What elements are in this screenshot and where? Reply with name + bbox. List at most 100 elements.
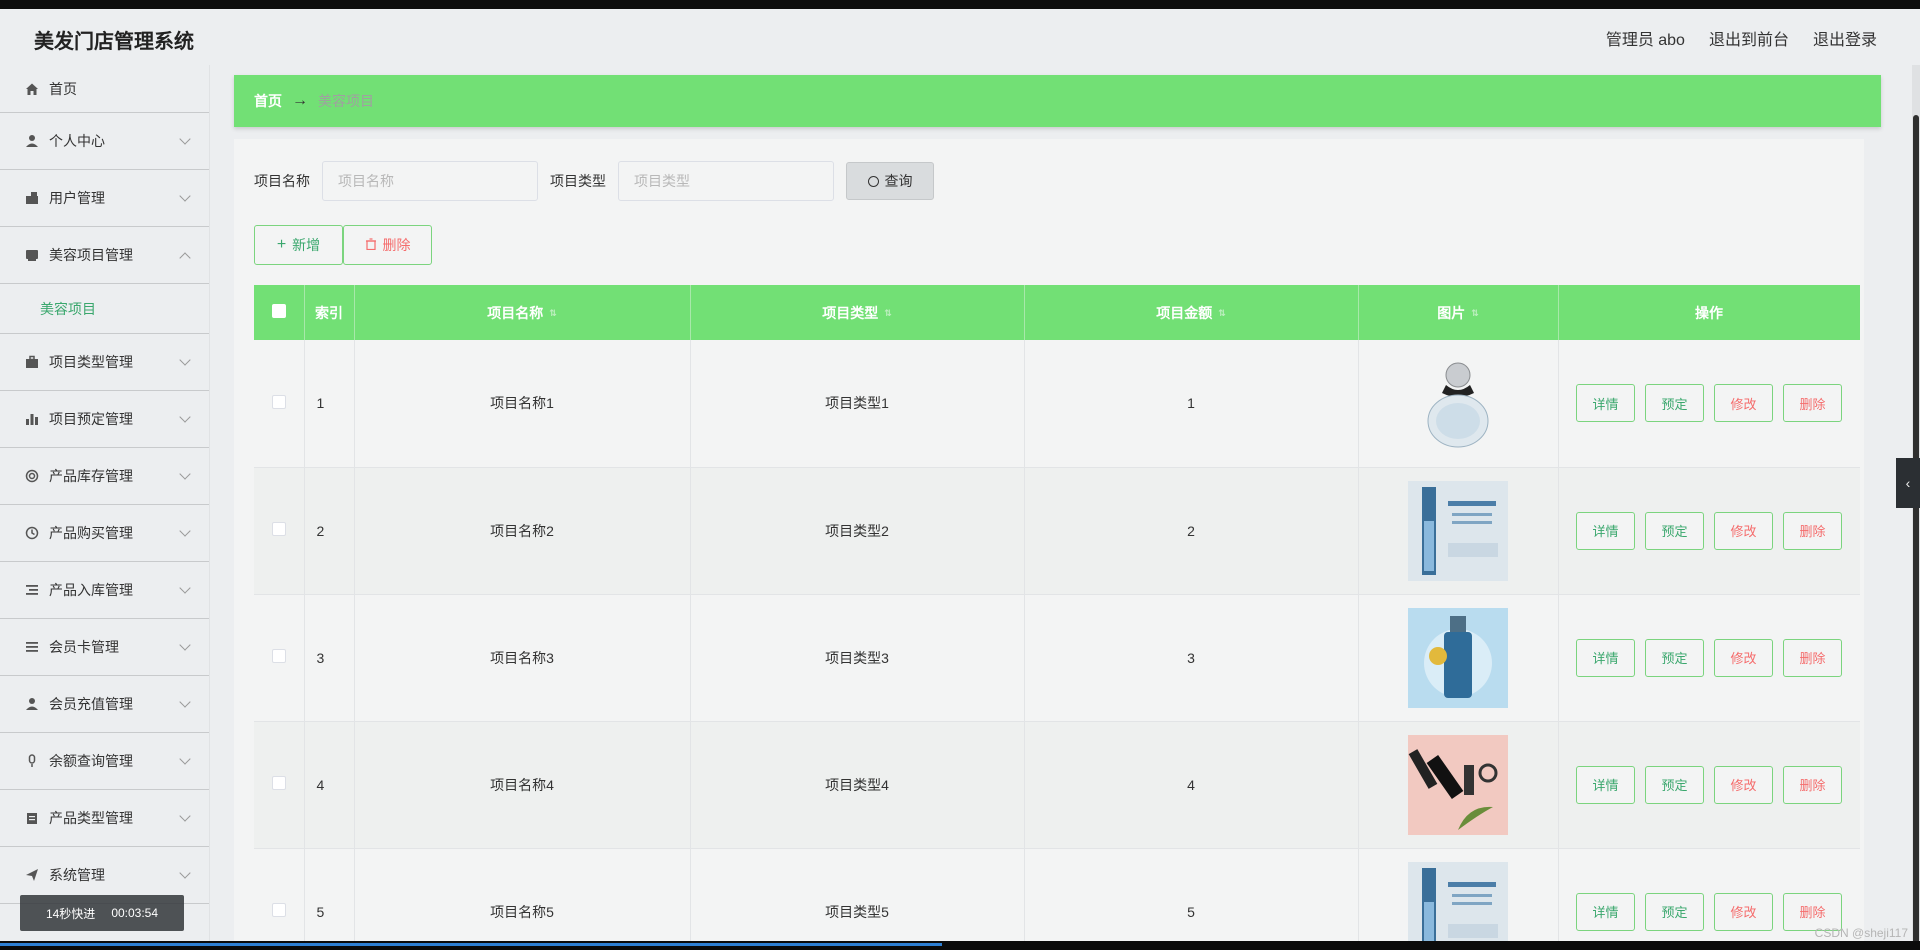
edit-button[interactable]: 修改	[1714, 384, 1773, 423]
row-type: 项目类型2	[690, 467, 1025, 595]
plus-icon: +	[276, 236, 287, 253]
row-select-cell[interactable]	[254, 721, 305, 849]
breadcrumb-arrow-icon: →	[292, 92, 308, 109]
query-button[interactable]: 查询	[846, 162, 934, 200]
sidebar-item-profile[interactable]: 个人中心	[0, 113, 209, 170]
header: 美发门店管理系统 管理员 abo 退出到前台 退出登录	[0, 9, 1920, 65]
detail-button[interactable]: 详情	[1576, 892, 1635, 931]
row-select-cell[interactable]	[254, 594, 305, 722]
row-select-cell[interactable]	[254, 848, 305, 941]
watermark: CSDN @sheji117	[1814, 926, 1908, 940]
sidebar-item-purchases[interactable]: 产品购买管理	[0, 505, 209, 562]
admin-label: 管理员 abo	[1605, 32, 1685, 49]
book-button[interactable]: 预定	[1645, 384, 1704, 423]
row-name: 项目名称1	[354, 340, 691, 468]
front-link[interactable]: 退出到前台	[1709, 26, 1789, 50]
table-row: 2 项目名称2 项目类型2 2 详情 预定 修改 删除	[254, 467, 1860, 595]
sort-icon[interactable]: ⇅	[884, 308, 892, 319]
row-checkbox[interactable]	[271, 394, 286, 409]
sort-icon[interactable]: ⇅	[1471, 308, 1479, 319]
table-row: 1 项目名称1 项目类型1 1 详情 预定 修改 删除	[254, 340, 1860, 468]
video-progress-track[interactable]	[0, 941, 1920, 950]
sidebar-item-home[interactable]: 首页	[0, 65, 209, 113]
search-icon	[867, 175, 879, 187]
edit-button[interactable]: 修改	[1714, 511, 1773, 550]
sidebar-item-beauty-projects[interactable]: 美容项目管理	[0, 227, 209, 284]
book-button[interactable]: 预定	[1645, 765, 1704, 804]
header-image[interactable]: 图片 ⇅	[1358, 285, 1559, 340]
detail-button[interactable]: 详情	[1576, 638, 1635, 677]
users-icon	[24, 190, 40, 206]
delete-button[interactable]: 删除	[1783, 384, 1842, 423]
makeup-tools-image[interactable]	[1408, 734, 1508, 835]
row-checkbox[interactable]	[271, 903, 286, 917]
sidebar-item-label: 系统管理	[49, 867, 105, 883]
header-index: 索引	[304, 285, 355, 340]
type-input[interactable]	[618, 161, 834, 201]
sidebar-item-balance[interactable]: 余额查询管理	[0, 733, 209, 790]
header-type[interactable]: 项目类型 ⇅	[690, 285, 1025, 340]
row-type: 项目类型1	[690, 340, 1025, 468]
add-button[interactable]: + 新增	[254, 225, 343, 265]
sidebar-item-label: 首页	[49, 80, 77, 97]
row-checkbox[interactable]	[271, 649, 286, 663]
sidebar-item-inventory[interactable]: 产品库存管理	[0, 448, 209, 505]
logout-link[interactable]: 退出登录	[1813, 26, 1877, 50]
edit-button[interactable]: 修改	[1714, 892, 1773, 931]
sidebar-item-users[interactable]: 用户管理	[0, 170, 209, 227]
row-ops: 详情 预定 修改 删除	[1558, 721, 1860, 849]
sort-icon[interactable]: ⇅	[1218, 308, 1226, 319]
sidebar-subitem-beauty-project[interactable]: 美容项目	[0, 284, 209, 334]
send-icon	[24, 867, 40, 883]
delete-button[interactable]: 删除	[1783, 638, 1842, 677]
edit-button[interactable]: 修改	[1714, 638, 1773, 677]
sidebar-item-project-types[interactable]: 项目类型管理	[0, 334, 209, 391]
sidebar-item-recharge[interactable]: 会员充值管理	[0, 676, 209, 733]
row-type: 项目类型3	[690, 594, 1025, 722]
detail-button[interactable]: 详情	[1576, 765, 1635, 804]
row-checkbox[interactable]	[271, 776, 286, 790]
sidebar-item-product-types[interactable]: 产品类型管理	[0, 790, 209, 847]
sidebar-item-label: 产品库存管理	[49, 468, 133, 484]
delete-button[interactable]: 删除	[1783, 765, 1842, 804]
add-label: 新增	[292, 237, 321, 253]
header-amount[interactable]: 项目金额 ⇅	[1024, 285, 1359, 340]
book-button[interactable]: 预定	[1645, 638, 1704, 677]
mic-icon	[24, 753, 40, 769]
chevron-left-icon[interactable]: ‹	[1896, 458, 1920, 508]
row-name: 项目名称2	[354, 467, 691, 595]
edit-button[interactable]: 修改	[1714, 765, 1773, 804]
lifebuoy-icon	[24, 468, 40, 484]
book-button[interactable]: 预定	[1645, 511, 1704, 550]
header-name[interactable]: 项目名称 ⇅	[354, 285, 691, 340]
row-select-cell[interactable]	[254, 340, 305, 468]
name-input[interactable]	[322, 161, 538, 201]
sort-icon[interactable]: ⇅	[549, 308, 557, 319]
content-panel: 项目名称 项目类型 查询 + 新增 删除	[234, 139, 1864, 941]
delete-button[interactable]: 删除	[1783, 892, 1842, 931]
breadcrumb-home[interactable]: 首页	[254, 91, 282, 111]
scrollbar-thumb[interactable]	[1913, 115, 1919, 945]
sidebar-item-stock-in[interactable]: 产品入库管理	[0, 562, 209, 619]
row-select-cell[interactable]	[254, 467, 305, 595]
splash-bottle-image[interactable]	[1408, 607, 1508, 708]
batch-delete-button[interactable]: 删除	[343, 225, 432, 265]
row-checkbox[interactable]	[271, 522, 286, 536]
name-label: 项目名称	[254, 173, 310, 189]
serum-ad-image[interactable]	[1408, 480, 1508, 581]
sidebar-item-member-cards[interactable]: 会员卡管理	[0, 619, 209, 676]
book-button[interactable]: 预定	[1645, 892, 1704, 931]
query-label: 查询	[884, 173, 913, 189]
sidebar-item-label: 产品类型管理	[49, 810, 133, 826]
detail-button[interactable]: 详情	[1576, 384, 1635, 423]
perfume-bottle-image[interactable]	[1408, 353, 1508, 454]
row-image-cell	[1358, 721, 1559, 849]
detail-button[interactable]: 详情	[1576, 511, 1635, 550]
select-all-checkbox[interactable]	[271, 304, 286, 318]
chevron-down-icon	[179, 753, 191, 765]
select-all-cell[interactable]	[254, 285, 305, 340]
sidebar-item-reservations[interactable]: 项目预定管理	[0, 391, 209, 448]
table-row: 3 项目名称3 项目类型3 3 详情 预定 修改 删除	[254, 594, 1860, 722]
serum-ad-image[interactable]	[1408, 861, 1508, 941]
delete-button[interactable]: 删除	[1783, 511, 1842, 550]
